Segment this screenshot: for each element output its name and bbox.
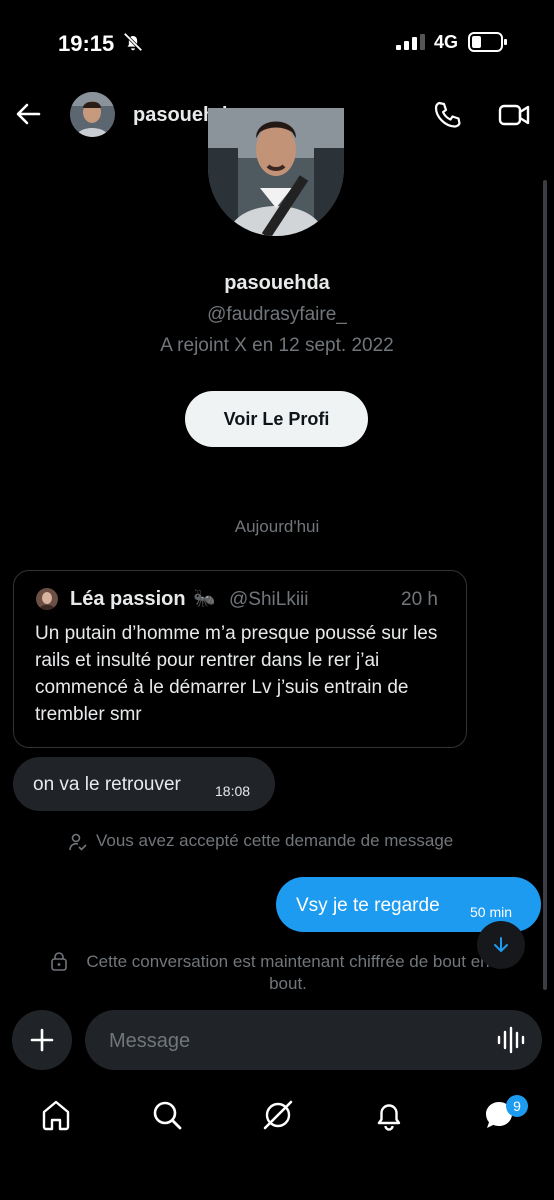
back-arrow-icon[interactable] (14, 100, 42, 128)
incoming-message-text: on va le retrouver (33, 774, 181, 795)
shared-post-author: Léa passion (70, 588, 186, 610)
voice-message-icon[interactable] (496, 1026, 526, 1054)
home-icon[interactable] (39, 1098, 73, 1132)
profile-joined-date: A rejoint X en 12 sept. 2022 (160, 335, 394, 356)
profile-handle: @faudrasyfaire_ (207, 304, 347, 325)
shared-post-avatar (36, 588, 58, 610)
shared-post-handle: @ShiLkiii (229, 589, 309, 610)
network-type: 4G (434, 32, 459, 52)
profile-avatar[interactable] (208, 108, 344, 236)
request-accepted-notice: Vous avez accepté cette demande de messa… (96, 831, 454, 850)
bell-muted-icon (123, 32, 143, 52)
user-check-icon (69, 833, 87, 851)
lock-icon (51, 952, 67, 971)
shared-post-timestamp: 20 h (401, 589, 438, 610)
scroll-to-bottom-button[interactable] (477, 921, 525, 969)
notifications-bell-icon[interactable] (372, 1098, 406, 1132)
profile-name: pasouehda (224, 272, 330, 294)
message-input[interactable] (107, 1010, 471, 1072)
view-profile-button[interactable]: Voir Le Profi (185, 391, 368, 447)
date-separator: Aujourd'hui (234, 517, 320, 536)
add-attachment-button[interactable] (12, 1010, 72, 1070)
plus-icon (30, 1028, 54, 1052)
search-icon[interactable] (150, 1098, 184, 1132)
status-time: 19:15 (58, 31, 115, 56)
messages-badge: 9 (506, 1095, 528, 1117)
incoming-message-time: 18:08 (215, 783, 251, 799)
video-call-icon[interactable] (498, 100, 530, 130)
battery-icon (468, 32, 507, 52)
encryption-notice: Cette conversation est maintenant chiffr… (86, 952, 490, 993)
shared-post-text: Un putain d’homme m’a presque poussé sur… (35, 623, 438, 725)
outgoing-message-text: Vsy je te regarde (296, 895, 440, 916)
grok-icon[interactable] (261, 1098, 295, 1132)
header-avatar[interactable] (70, 92, 115, 137)
outgoing-message-time: 50 min (470, 904, 513, 920)
arrow-down-icon (494, 937, 508, 952)
ant-emoji: 🐜 (193, 588, 216, 608)
message-field[interactable] (85, 1010, 542, 1072)
signal-icon (396, 34, 425, 50)
phone-call-icon[interactable] (432, 100, 462, 130)
scrollbar[interactable] (543, 180, 547, 990)
